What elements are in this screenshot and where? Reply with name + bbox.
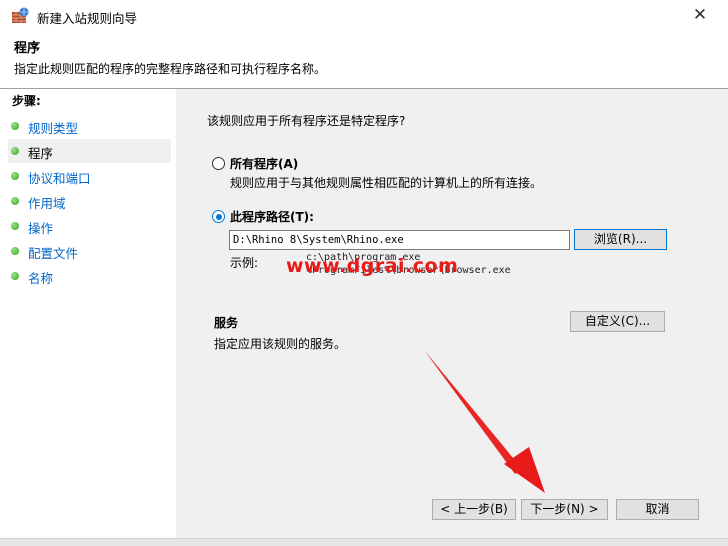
all-programs-description: 规则应用于与其他规则属性相匹配的计算机上的所有连接。 <box>230 176 543 190</box>
status-dot-icon <box>11 272 19 280</box>
this-program-label[interactable]: 此程序路径(T): <box>230 208 314 225</box>
sidebar-item-protocol-port[interactable]: 协议和端口 <box>8 164 171 188</box>
sidebar-item-program[interactable]: 程序 <box>8 139 171 163</box>
close-button[interactable]: ✕ <box>690 6 710 26</box>
sidebar-item-label: 配置文件 <box>28 246 79 261</box>
program-path-input[interactable]: D:\Rhino 8\System\Rhino.exe <box>229 230 570 250</box>
steps-sidebar: 步骤: 规则类型 程序 协议和端口 作用域 操作 配置文件 名称 <box>0 89 176 546</box>
page-title: 程序 <box>14 41 41 56</box>
this-program-radio[interactable] <box>212 210 225 223</box>
firewall-app-icon <box>12 7 29 23</box>
status-dot-icon <box>11 197 19 205</box>
steps-title: 步骤: <box>12 94 41 108</box>
background-window-strip <box>0 538 728 546</box>
sidebar-item-label: 名称 <box>28 271 54 286</box>
window-title: 新建入站规则向导 <box>37 11 138 26</box>
content-panel: 该规则应用于所有程序还是特定程序? 所有程序(A) 规则应用于与其他规则属性相匹… <box>176 89 728 546</box>
sidebar-item-name[interactable]: 名称 <box>8 264 171 288</box>
sidebar-item-label: 协议和端口 <box>28 171 91 186</box>
customize-button[interactable]: 自定义(C)... <box>570 311 665 332</box>
sidebar-item-label: 程序 <box>28 146 54 161</box>
sidebar-item-label: 规则类型 <box>28 121 79 136</box>
question-text: 该规则应用于所有程序还是特定程序? <box>207 114 406 128</box>
status-dot-icon <box>11 172 19 180</box>
all-programs-radio[interactable] <box>212 157 225 170</box>
cancel-button[interactable]: 取消 <box>616 499 699 520</box>
status-dot-icon <box>11 247 19 255</box>
services-title: 服务 <box>214 316 239 330</box>
sidebar-item-action[interactable]: 操作 <box>8 214 171 238</box>
page-description: 指定此规则匹配的程序的完整程序路径和可执行程序名称。 <box>14 62 327 76</box>
watermark-text: www.dgrai.com <box>286 255 459 277</box>
title-bar: 新建入站规则向导 ✕ <box>0 0 728 31</box>
all-programs-label[interactable]: 所有程序(A) <box>230 155 298 172</box>
example-label: 示例: <box>230 256 259 270</box>
services-description: 指定应用该规则的服务。 <box>214 337 347 351</box>
sidebar-item-label: 作用域 <box>28 196 66 211</box>
browse-button[interactable]: 浏览(R)... <box>574 229 667 250</box>
wizard-header: 程序 指定此规则匹配的程序的完整程序路径和可执行程序名称。 <box>0 31 728 82</box>
back-button[interactable]: < 上一步(B) <box>432 499 516 520</box>
status-dot-icon <box>11 122 19 130</box>
status-dot-icon <box>11 147 19 155</box>
sidebar-item-rule-type[interactable]: 规则类型 <box>8 114 171 138</box>
next-button[interactable]: 下一步(N) > <box>521 499 608 520</box>
sidebar-item-scope[interactable]: 作用域 <box>8 189 171 213</box>
status-dot-icon <box>11 222 19 230</box>
sidebar-item-profile[interactable]: 配置文件 <box>8 239 171 263</box>
sidebar-item-label: 操作 <box>28 221 54 236</box>
